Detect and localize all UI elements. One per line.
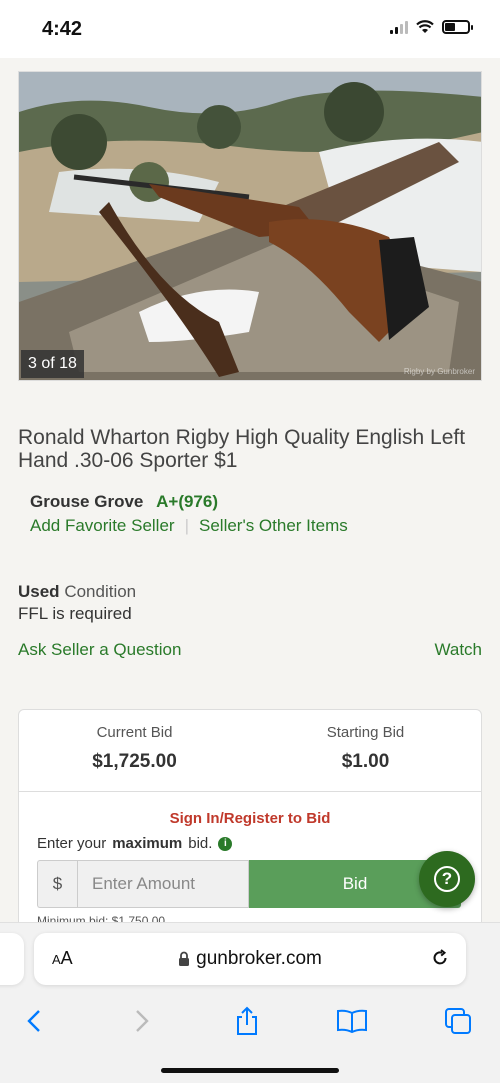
condition-label: Condition xyxy=(64,582,137,601)
domain-text: gunbroker.com xyxy=(196,948,322,969)
status-icons xyxy=(390,20,473,34)
product-photo[interactable]: 3 of 18 Rigby by Gunbroker xyxy=(18,71,482,381)
starting-bid: Starting Bid $1.00 xyxy=(250,710,481,791)
browser-nav-bar xyxy=(0,1001,500,1041)
condition-value: Used xyxy=(18,582,60,601)
bid-amount-input[interactable]: Enter Amount xyxy=(77,860,249,908)
max-bid-suffix: bid. xyxy=(188,835,213,852)
home-indicator xyxy=(161,1068,339,1073)
photo-counter: 3 of 18 xyxy=(21,350,84,378)
rifle-photo-image xyxy=(19,72,481,380)
seller-links: Add Favorite Seller | Seller's Other Ite… xyxy=(30,516,348,536)
starting-bid-label: Starting Bid xyxy=(326,724,405,741)
signin-register-link[interactable]: Sign In/Register to Bid xyxy=(19,810,481,827)
photo-watermark: Rigby by Gunbroker xyxy=(403,367,475,376)
share-button[interactable] xyxy=(227,1001,267,1041)
status-time: 4:42 xyxy=(42,18,83,40)
bid-panel: Current Bid $1,725.00 Starting Bid $1.00… xyxy=(18,709,482,928)
current-bid: Current Bid $1,725.00 xyxy=(19,710,250,791)
share-icon xyxy=(237,1006,257,1035)
back-button[interactable] xyxy=(14,1001,54,1041)
starting-bid-value: $1.00 xyxy=(341,751,390,772)
ffl-notice: FFL is required xyxy=(18,604,132,623)
reload-icon[interactable] xyxy=(430,948,450,968)
listing-page: 3 of 18 Rigby by Gunbroker Ronald Wharto… xyxy=(0,58,500,928)
chevron-right-icon xyxy=(136,1010,149,1032)
cellular-signal-icon xyxy=(390,20,408,34)
max-bid-instructions: Enter your maximum bid. i xyxy=(37,835,481,852)
seller-name[interactable]: Grouse Grove xyxy=(30,492,143,511)
bookmarks-button[interactable] xyxy=(332,1001,372,1041)
bid-form: $ Enter Amount Bid xyxy=(37,860,461,908)
seller-rating[interactable]: A+(976) xyxy=(156,492,218,511)
seller-other-items-link[interactable]: Seller's Other Items xyxy=(199,516,348,536)
previous-tab-preview[interactable] xyxy=(0,933,24,985)
question-mark-icon: ? xyxy=(434,866,460,892)
help-button[interactable]: ? xyxy=(419,851,475,907)
tabs-icon xyxy=(445,1008,471,1034)
lock-icon xyxy=(179,951,190,966)
current-bid-value: $1,725.00 xyxy=(92,751,177,772)
add-favorite-seller-link[interactable]: Add Favorite Seller xyxy=(30,516,175,536)
current-bid-label: Current Bid xyxy=(96,724,173,741)
max-bid-prefix: Enter your xyxy=(37,835,107,852)
forward-button[interactable] xyxy=(122,1001,162,1041)
item-condition: Used Condition xyxy=(18,582,136,602)
info-icon[interactable]: i xyxy=(218,836,233,851)
book-icon xyxy=(337,1009,367,1033)
seller-info: Grouse Grove A+(976) xyxy=(30,492,218,512)
battery-icon xyxy=(442,20,473,34)
link-separator: | xyxy=(184,516,189,535)
tabs-button[interactable] xyxy=(438,1001,478,1041)
safari-toolbar: AA gunbroker.com xyxy=(0,922,500,1083)
status-bar: 4:42 xyxy=(0,0,500,58)
bid-summary: Current Bid $1,725.00 Starting Bid $1.00 xyxy=(19,710,481,792)
address-bar[interactable]: AA gunbroker.com xyxy=(34,933,466,985)
address-domain: gunbroker.com xyxy=(34,948,466,970)
watch-link[interactable]: Watch xyxy=(434,640,482,660)
listing-title: Ronald Wharton Rigby High Quality Englis… xyxy=(18,426,466,472)
currency-symbol: $ xyxy=(37,860,77,908)
max-bid-bold: maximum xyxy=(112,835,183,852)
ask-seller-question-link[interactable]: Ask Seller a Question xyxy=(18,640,181,660)
wifi-icon xyxy=(416,20,434,33)
chevron-left-icon xyxy=(27,1010,40,1032)
